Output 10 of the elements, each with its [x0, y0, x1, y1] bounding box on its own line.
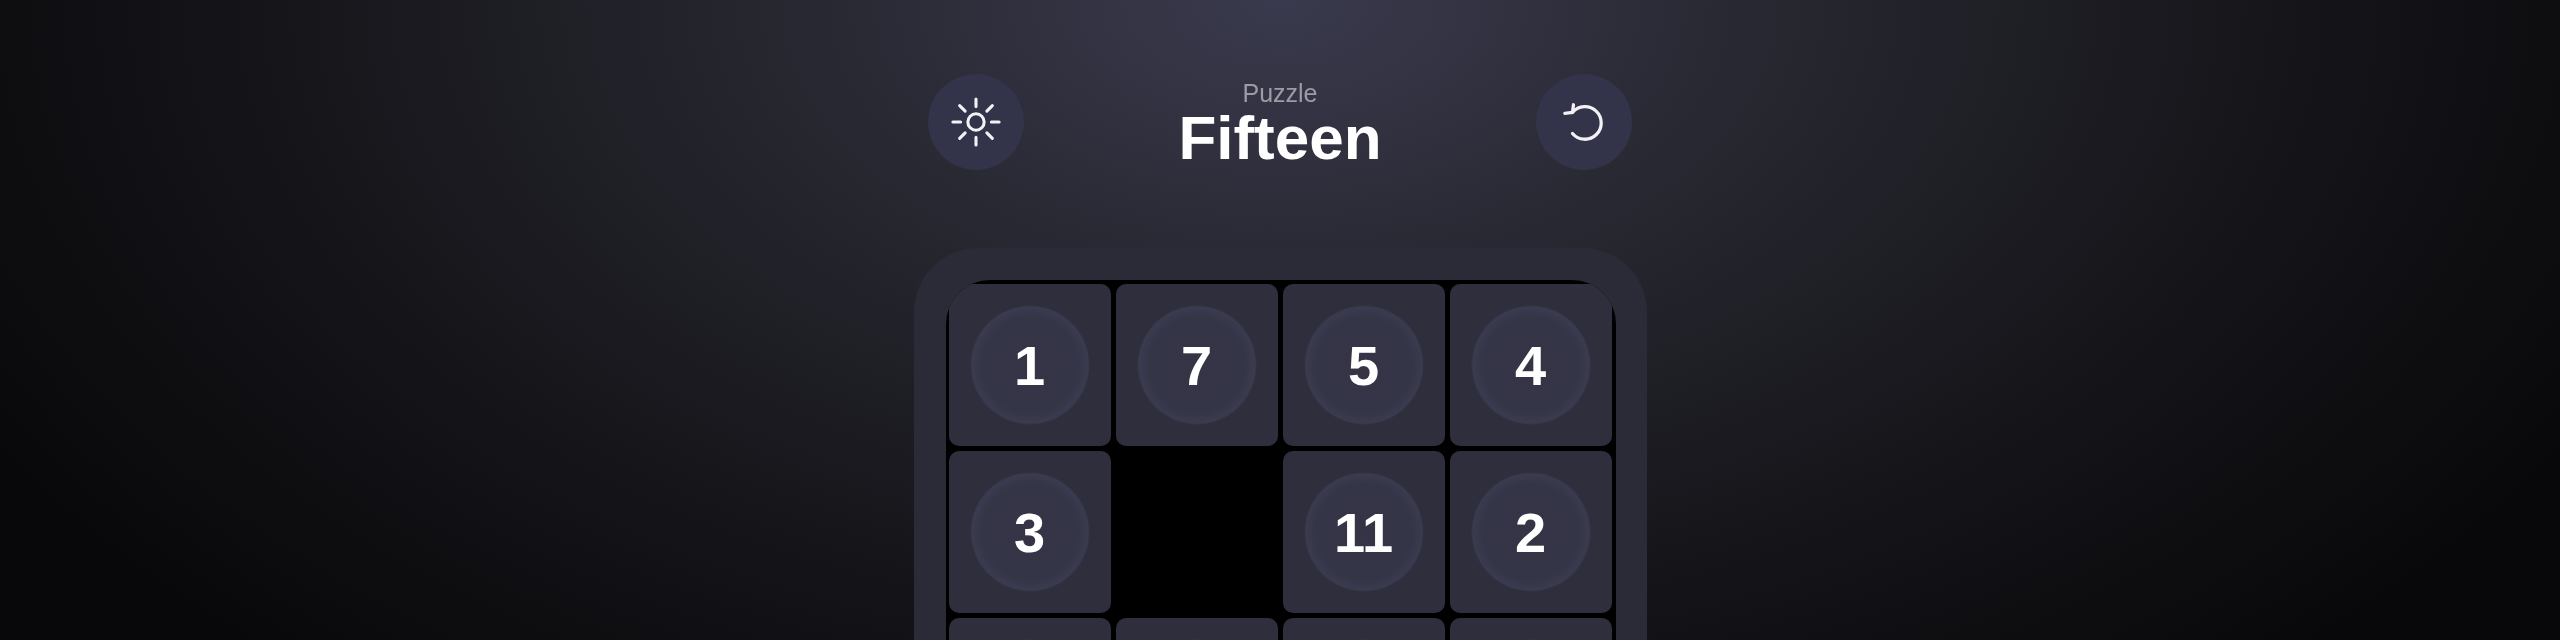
puzzle-tile[interactable]: 3: [948, 451, 1111, 613]
subtitle: Puzzle: [1242, 79, 1318, 107]
puzzle-tile[interactable]: 2: [1449, 451, 1612, 613]
puzzle-tile[interactable]: 7: [1115, 284, 1278, 446]
puzzle-tile[interactable]: 11: [1282, 451, 1445, 613]
puzzle-tile[interactable]: 4: [1449, 284, 1612, 446]
game-title: Fifteen: [1178, 107, 1382, 169]
puzzle-tile[interactable]: 1: [948, 284, 1111, 446]
sun-icon: [951, 97, 1001, 147]
puzzle-tile[interactable]: 5: [1282, 284, 1445, 446]
